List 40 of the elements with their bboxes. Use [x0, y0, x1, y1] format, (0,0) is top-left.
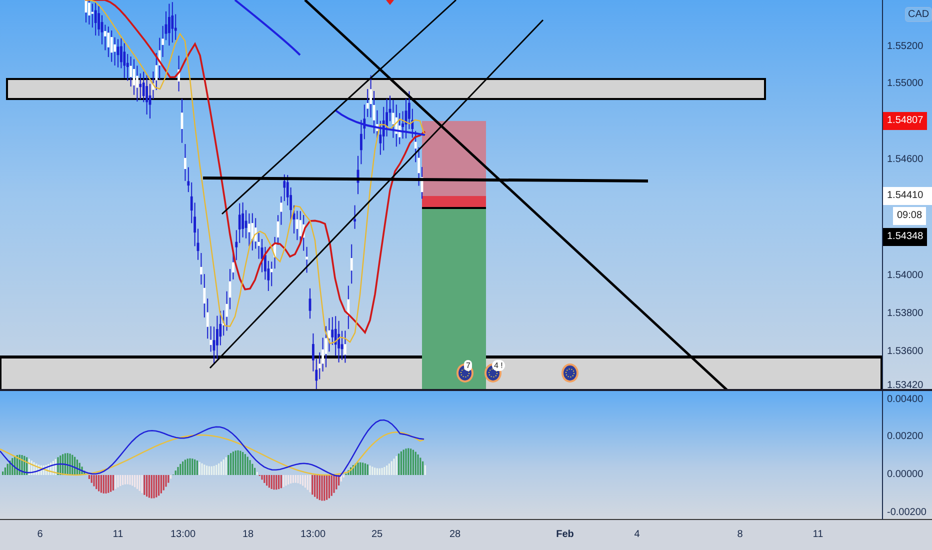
price-label: 1.54410 [883, 187, 932, 205]
currency-label[interactable]: CAD [905, 7, 932, 22]
time-tick-label: 11 [812, 529, 824, 540]
indicator-tick-label: 0.00000 [887, 468, 924, 482]
time-tick-label: Feb [556, 529, 574, 540]
trend-line[interactable] [222, 0, 456, 215]
price-tick-label: 1.55200 [887, 40, 924, 54]
time-axis[interactable]: 6 11 13:00 18 13:00 25 28 Feb 4 8 11 [0, 520, 932, 550]
flag-icon[interactable] [561, 363, 579, 383]
indicator-tick-label: 0.00400 [887, 393, 924, 407]
time-tick-label: 6 [37, 529, 43, 540]
support-zone[interactable] [6, 78, 766, 100]
price-tick-label: 1.55000 [887, 77, 924, 91]
trend-line[interactable] [203, 176, 648, 182]
indicator-axis[interactable]: 0.00400 0.00200 0.00000 -0.00200 [882, 391, 932, 520]
indicator-tick-label: -0.00200 [887, 506, 926, 519]
support-zone[interactable] [0, 356, 882, 389]
trend-line[interactable] [209, 19, 544, 369]
price-label: 09:08 [893, 207, 926, 225]
price-tick-label: 1.53800 [887, 307, 924, 321]
event-count-badge: 7 [464, 360, 472, 371]
price-tick-label: 1.54600 [887, 153, 924, 167]
price-label: 1.54348 [883, 228, 928, 246]
price-tick-label: 1.53600 [887, 345, 924, 359]
trend-line[interactable] [304, 0, 728, 389]
price-tick-label: 1.54000 [887, 269, 924, 283]
price-tick-label: 1.53420 [887, 379, 924, 389]
time-tick-label: 11 [112, 529, 124, 540]
price-axis[interactable]: CAD 1.55200 1.55000 1.54600 1.54000 1.53800 1.53600 1.53420 1.54807 1.54410 09:08 1.54348 [882, 0, 932, 391]
time-tick-label: 4 [634, 529, 640, 540]
indicator-tick-label: 0.00200 [887, 430, 924, 444]
time-tick-label: 28 [449, 529, 461, 540]
arrow-icon [386, 0, 394, 5]
time-tick-label: 13:00 [170, 529, 196, 540]
time-tick-label: 8 [737, 529, 743, 540]
time-tick-label: 13:00 [300, 529, 326, 540]
time-tick-label: 25 [371, 529, 383, 540]
price-label: 1.54807 [883, 112, 928, 130]
short-position-drawing[interactable] [422, 121, 486, 389]
time-tick-label: 18 [242, 529, 254, 540]
